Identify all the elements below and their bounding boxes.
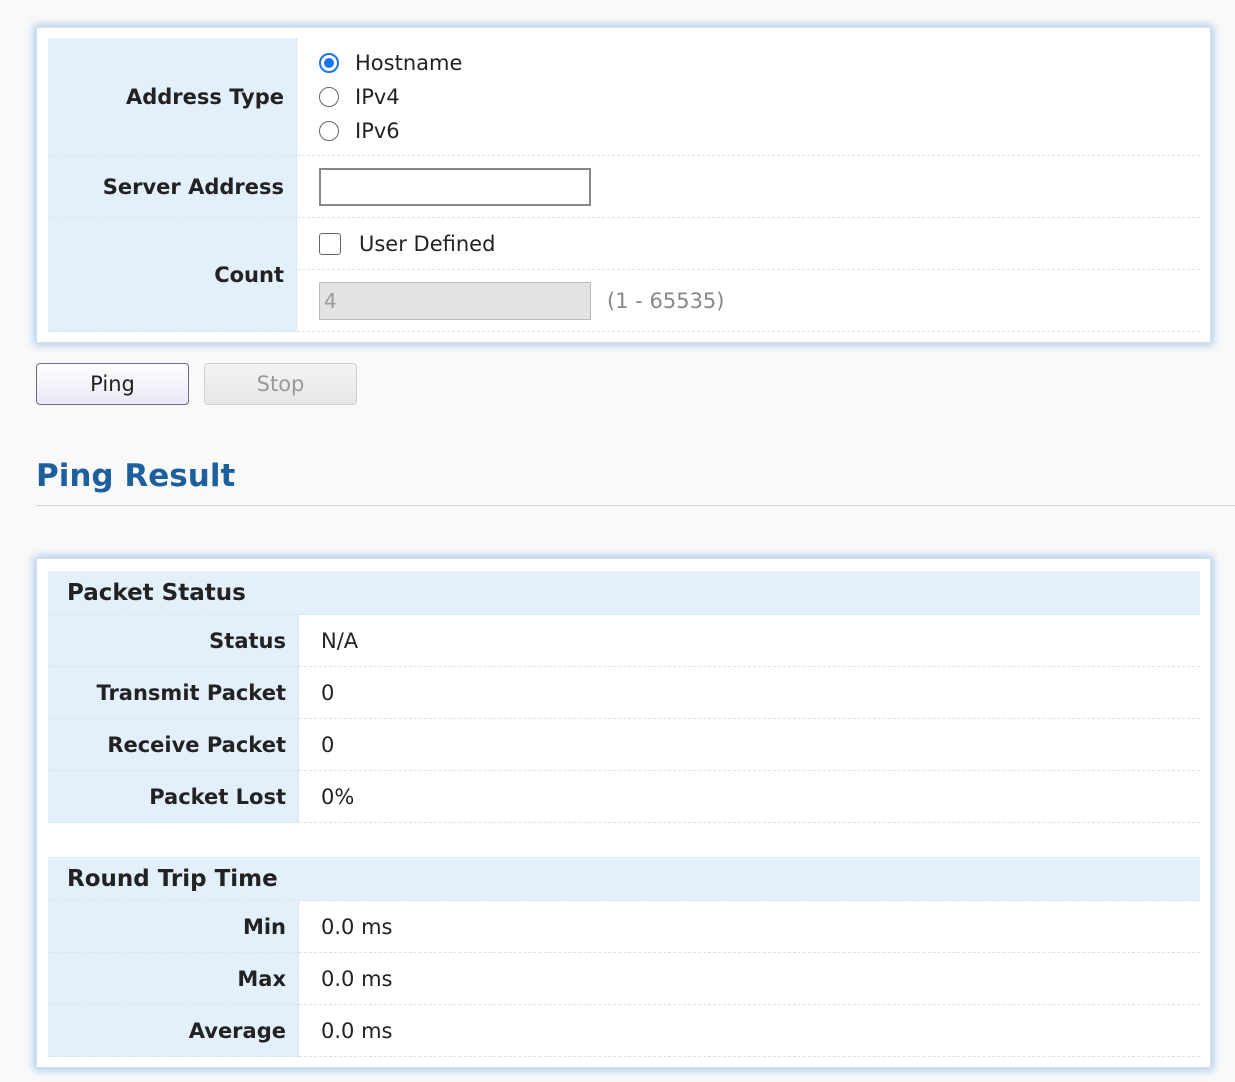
ping-button[interactable]: Ping [36,363,189,405]
round-trip-time-table: Round Trip Time Min 0.0 ms Max 0.0 ms Av… [48,857,1200,1057]
table-row: Receive Packet 0 [48,719,1200,771]
server-address-label: Server Address [48,156,297,218]
radio-ipv6-label[interactable]: IPv6 [355,119,400,143]
table-row: Status N/A [48,615,1200,667]
user-defined-checkbox[interactable] [319,232,341,255]
status-value: N/A [299,615,1200,667]
server-address-input[interactable] [319,167,591,206]
max-label: Max [48,953,299,1005]
radio-hostname-label[interactable]: Hostname [355,51,462,75]
count-range-hint: (1 - 65535) [607,288,725,313]
section-divider [36,505,1235,506]
max-value: 0.0 ms [299,953,1200,1005]
transmit-packet-label: Transmit Packet [48,667,299,719]
min-value: 0.0 ms [299,901,1200,953]
radio-ipv6[interactable]: IPv6 [319,114,1200,148]
ping-result-panel: Packet Status Status N/A Transmit Packet… [36,558,1211,1068]
user-defined-label[interactable]: User Defined [359,232,495,256]
receive-packet-label: Receive Packet [48,719,299,771]
radio-ipv4[interactable]: IPv4 [319,80,1200,114]
average-value: 0.0 ms [299,1005,1200,1057]
table-row: Min 0.0 ms [48,901,1200,953]
transmit-packet-value: 0 [299,667,1200,719]
packet-lost-label: Packet Lost [48,771,299,823]
min-label: Min [48,901,299,953]
average-label: Average [48,1005,299,1057]
count-value-cell: (1 - 65535) [297,270,1200,332]
table-row: Average 0.0 ms [48,1005,1200,1057]
ping-config-panel: Address Type Hostname IPv4 IPv6 Server A… [36,27,1211,343]
radio-ipv4-label[interactable]: IPv4 [355,85,400,109]
radio-ipv4-icon[interactable] [319,86,339,107]
round-trip-time-heading: Round Trip Time [48,857,1200,901]
user-defined-cell: User Defined [297,218,1200,270]
server-address-cell [297,156,1200,218]
user-defined-checkbox-row[interactable]: User Defined [319,227,1200,261]
receive-packet-value: 0 [299,719,1200,771]
table-row: Packet Lost 0% [48,771,1200,823]
stop-button[interactable]: Stop [204,363,357,405]
ping-config-table: Address Type Hostname IPv4 IPv6 Server A… [48,38,1200,332]
table-row: Max 0.0 ms [48,953,1200,1005]
count-label: Count [48,218,297,332]
packet-status-heading: Packet Status [48,571,1200,615]
address-type-label: Address Type [48,38,297,156]
packet-status-table: Packet Status Status N/A Transmit Packet… [48,571,1200,823]
packet-lost-value: 0% [299,771,1200,823]
table-row: Transmit Packet 0 [48,667,1200,719]
radio-hostname[interactable]: Hostname [319,46,1200,80]
address-type-options: Hostname IPv4 IPv6 [297,38,1200,156]
radio-ipv6-icon[interactable] [319,120,339,141]
ping-result-title: Ping Result [36,458,236,494]
radio-hostname-icon[interactable] [319,52,339,73]
status-label: Status [48,615,299,667]
count-input[interactable] [319,281,591,320]
